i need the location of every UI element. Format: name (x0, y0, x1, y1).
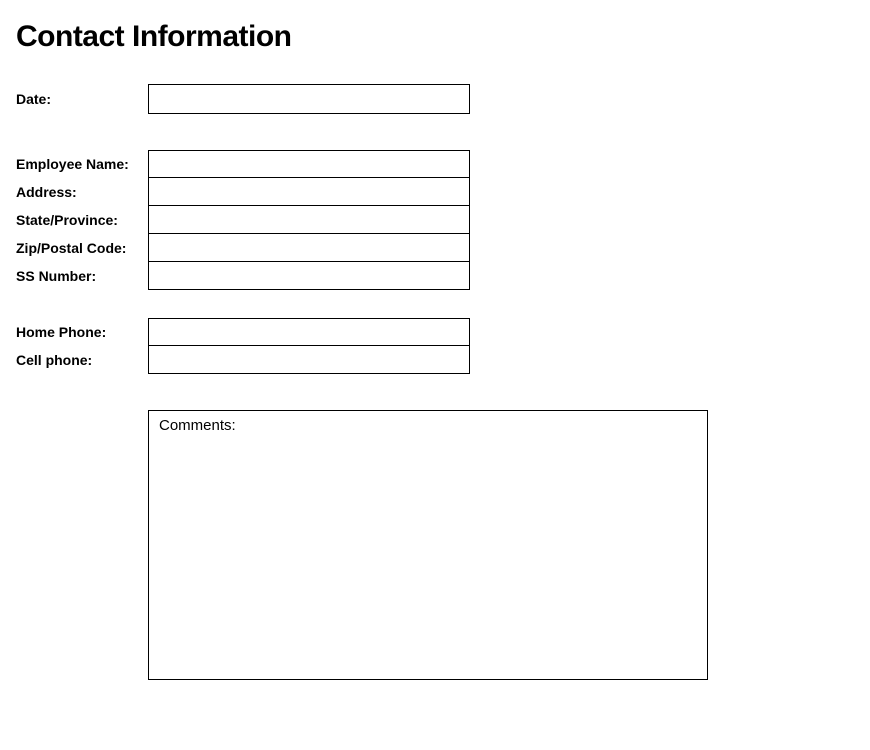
employee-name-row: Employee Name: (16, 150, 854, 178)
comments-label: Comments: (159, 417, 236, 434)
comments-box[interactable]: Comments: (148, 410, 708, 680)
zip-postal-row: Zip/Postal Code: (16, 234, 854, 262)
zip-postal-label: Zip/Postal Code: (16, 240, 148, 256)
state-province-label: State/Province: (16, 212, 148, 228)
state-province-input[interactable] (148, 206, 470, 234)
ss-number-input[interactable] (148, 262, 470, 290)
address-label: Address: (16, 184, 148, 200)
zip-postal-input[interactable] (148, 234, 470, 262)
state-province-row: State/Province: (16, 206, 854, 234)
page-title: Contact Information (16, 20, 854, 54)
employee-name-label: Employee Name: (16, 156, 148, 172)
date-input[interactable] (148, 84, 470, 114)
home-phone-label: Home Phone: (16, 324, 148, 340)
employee-name-input[interactable] (148, 150, 470, 178)
ss-number-label: SS Number: (16, 268, 148, 284)
date-label: Date: (16, 91, 148, 107)
date-row: Date: (16, 84, 854, 114)
cell-phone-row: Cell phone: (16, 346, 854, 374)
ss-number-row: SS Number: (16, 262, 854, 290)
cell-phone-label: Cell phone: (16, 352, 148, 368)
address-input[interactable] (148, 178, 470, 206)
home-phone-input[interactable] (148, 318, 470, 346)
cell-phone-input[interactable] (148, 346, 470, 374)
address-row: Address: (16, 178, 854, 206)
home-phone-row: Home Phone: (16, 318, 854, 346)
